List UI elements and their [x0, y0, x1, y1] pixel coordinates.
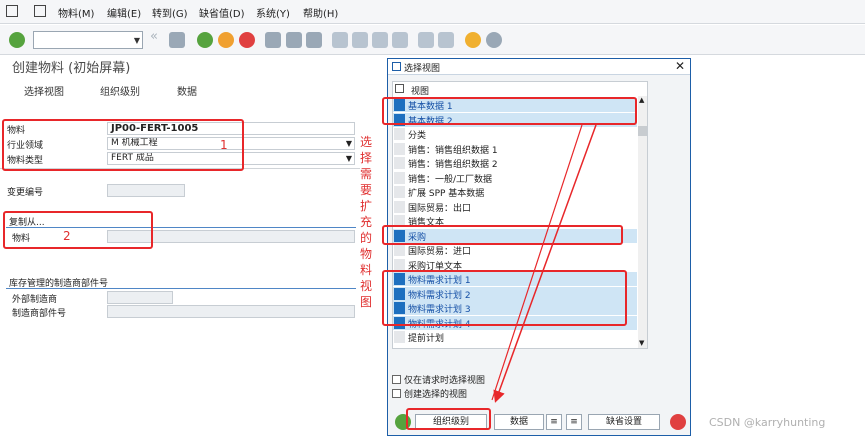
arrow-line [491, 124, 583, 401]
arrow-to-org-levels [493, 124, 597, 403]
watermark: CSDN @karryhunting [709, 416, 826, 429]
annotation-arrows [491, 124, 597, 403]
